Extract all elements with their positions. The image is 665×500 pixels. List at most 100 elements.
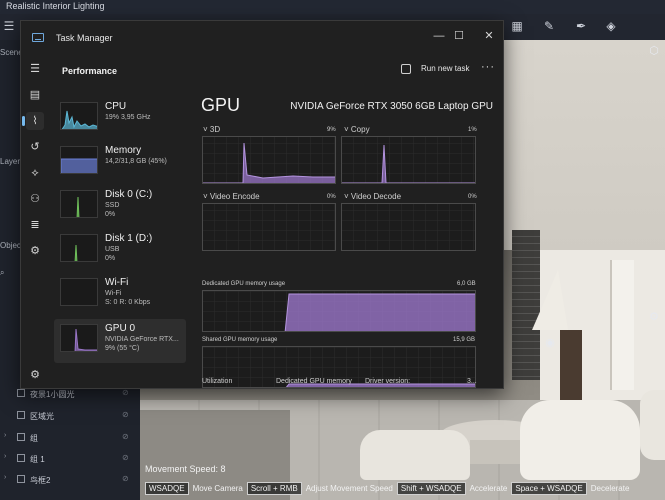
expand-arrow-icon[interactable]: › [4, 453, 6, 460]
viewport-armchair [520, 400, 640, 480]
app-title: Realistic Interior Lighting [6, 1, 105, 11]
thumbnail-curve [61, 279, 98, 306]
viewport-lamp [532, 270, 568, 330]
settings-icon[interactable]: ⚙ [647, 310, 661, 324]
dedicated-memory-max: 6,0 GB [457, 281, 476, 287]
resource-list: CPU 19% 3,95 GHz Memory 14,2/31,8 GB (45%) D… [54, 93, 186, 373]
thumbnail-curve [74, 244, 78, 261]
thumbnail-curve [74, 328, 97, 351]
visibility-toggle-icon[interactable]: ⊘ [122, 432, 129, 441]
visibility-toggle-icon[interactable]: ⊘ [122, 388, 129, 397]
menu-icon[interactable]: ☰ [2, 19, 16, 33]
sidebar-thumbnail-graph [60, 234, 98, 262]
engine-3d-dropdown[interactable]: ˅ 3D [203, 125, 220, 134]
object-icon [17, 433, 25, 441]
run-new-task-button[interactable]: Run new task [421, 64, 469, 73]
visibility-toggle-icon[interactable]: ⊘ [122, 410, 129, 419]
sidebar-item-wifi[interactable]: Wi-Fi Wi-Fi S: 0 R: 0 Kbps [54, 273, 186, 317]
app-history-icon[interactable]: ↺ [26, 138, 44, 156]
startup-apps-icon[interactable]: ⟡ [26, 164, 44, 182]
outliner-item[interactable]: › 组 1 ⊘ [0, 450, 140, 468]
engine-3d-curve [203, 142, 335, 183]
viewport-armchair-left [360, 430, 470, 480]
engine-copy-dropdown[interactable]: ˅ Copy [344, 125, 370, 134]
pen-tool-icon[interactable]: ✒ [574, 19, 588, 33]
outliner-item-label: 组 [30, 434, 38, 443]
sidebar-item-detail: Wi-Fi [105, 290, 122, 297]
hint-description: Move Camera [192, 484, 243, 493]
sidebar-item-memory[interactable]: Memory 14,2/31,8 GB (45%) [54, 141, 186, 185]
outliner-item[interactable]: › 鸟框2 ⊘ [0, 471, 140, 489]
search-icon[interactable]: ⌕ [0, 268, 4, 278]
viewport-table-base [470, 440, 520, 464]
shared-memory-label: Shared GPU memory usage [202, 337, 278, 343]
hint-description: Decelerate [590, 484, 630, 493]
run-task-icon[interactable] [401, 64, 411, 74]
brush-tool-icon[interactable]: ✎ [542, 19, 556, 33]
task-manager-window[interactable]: Task Manager — ☐ ✕ ☰ ▤ ⌇ ↺ ⟡ ⚇ ≣ ⚙ ⚙ Per… [20, 20, 504, 389]
gpu-model-name: NVIDIA GeForce RTX 3050 6GB Laptop GPU [290, 101, 493, 112]
movement-speed: Movement Speed: 8 [145, 464, 226, 474]
engine-3d-value: 9% [327, 127, 336, 133]
outliner-item-label: 组 1 [30, 455, 45, 464]
users-icon[interactable]: ⚇ [26, 190, 44, 208]
layers-tool-icon[interactable]: ◈ [604, 19, 618, 33]
engine-video-encode-dropdown[interactable]: ˅ Video Encode [203, 192, 260, 201]
page-title: Performance [62, 66, 118, 76]
sidebar-item-detail: NVIDIA GeForce RTX... [105, 336, 179, 343]
engine-copy-graph [341, 136, 476, 184]
sidebar-item-name: GPU 0 [105, 323, 136, 334]
engine-video-decode-dropdown[interactable]: ˅ Video Decode [344, 192, 401, 201]
sidebar-item-detail: USB [105, 246, 120, 253]
hint-key: Shift + WSADQE [396, 482, 466, 495]
shared-memory-max: 15,9 GB [453, 337, 476, 343]
visibility-toggle-icon[interactable]: ⊘ [122, 453, 129, 462]
hint-description: Adjust Movement Speed [305, 484, 393, 493]
sidebar-item-detail: 19% 3,95 GHz [105, 114, 151, 121]
sidebar-thumbnail-graph [60, 278, 98, 306]
hint-description: Accelerate [469, 484, 508, 493]
keyboard-hints: WSADQE Move Camera Scroll + RMB Adjust Move… [145, 482, 633, 495]
hamburger-menu-icon[interactable]: ☰ [26, 60, 44, 78]
sidebar-item-gpu-0[interactable]: GPU 0 NVIDIA GeForce RTX... 9% (55 °C) [54, 319, 186, 363]
expand-arrow-icon[interactable]: › [4, 474, 6, 481]
viewport-side-chair [640, 390, 665, 460]
viewport-ceiling [500, 40, 665, 250]
engine-video-decode-value: 0% [468, 194, 477, 200]
sidebar-item-name: Disk 1 (D:) [105, 233, 153, 244]
dedicated-gpu-memory-label: Dedicated GPU memory [276, 378, 352, 385]
hint-key: WSADQE [145, 482, 189, 495]
title-bar[interactable]: Task Manager — ☐ ✕ [21, 21, 503, 49]
minimize-button[interactable]: — [429, 26, 449, 46]
viewport-wall-panel [610, 260, 634, 390]
engine-copy-curve [342, 144, 475, 183]
processes-icon[interactable]: ▤ [26, 86, 44, 104]
sidebar-item-usage: 0% [105, 255, 116, 262]
outliner-item[interactable]: › 组 ⊘ [0, 429, 140, 447]
outliner-item[interactable]: 区域光 ⊘ [0, 407, 140, 425]
gpu-heading: GPU [201, 95, 241, 115]
sidebar-item-name: Disk 0 (C:) [105, 189, 153, 200]
details-icon[interactable]: ≣ [26, 216, 44, 234]
expand-arrow-icon[interactable]: › [4, 432, 6, 439]
sidebar-thumbnail-graph [60, 324, 98, 352]
visibility-toggle-icon[interactable]: ⊘ [122, 474, 129, 483]
thumbnail-curve [76, 196, 80, 217]
sidebar-thumbnail-graph [60, 146, 98, 174]
sidebar-item-disk-0[interactable]: Disk 0 (C:) SSD 0% [54, 185, 186, 229]
close-button[interactable]: ✕ [479, 26, 499, 46]
settings-icon[interactable]: ⚙ [26, 366, 44, 384]
maximize-button[interactable]: ☐ [449, 26, 469, 46]
thumbnail-curve [61, 158, 97, 173]
services-icon[interactable]: ⚙ [26, 242, 44, 260]
more-options-button[interactable]: ··· [481, 61, 495, 73]
light-gizmo-icon[interactable]: ◉ [543, 336, 557, 350]
hint-key: Space + WSADQE [511, 482, 587, 495]
sidebar-item-detail: 14,2/31,8 GB (45%) [105, 158, 167, 165]
view-cube-icon[interactable]: ⬡ [647, 44, 661, 58]
sidebar-item-disk-1[interactable]: Disk 1 (D:) USB 0% [54, 229, 186, 273]
sidebar-thumbnail-graph [60, 102, 98, 130]
sidebar-item-cpu[interactable]: CPU 19% 3,95 GHz [54, 97, 186, 141]
performance-icon[interactable]: ⌇ [22, 112, 44, 130]
grid-tool-icon[interactable]: ▦ [510, 19, 524, 33]
